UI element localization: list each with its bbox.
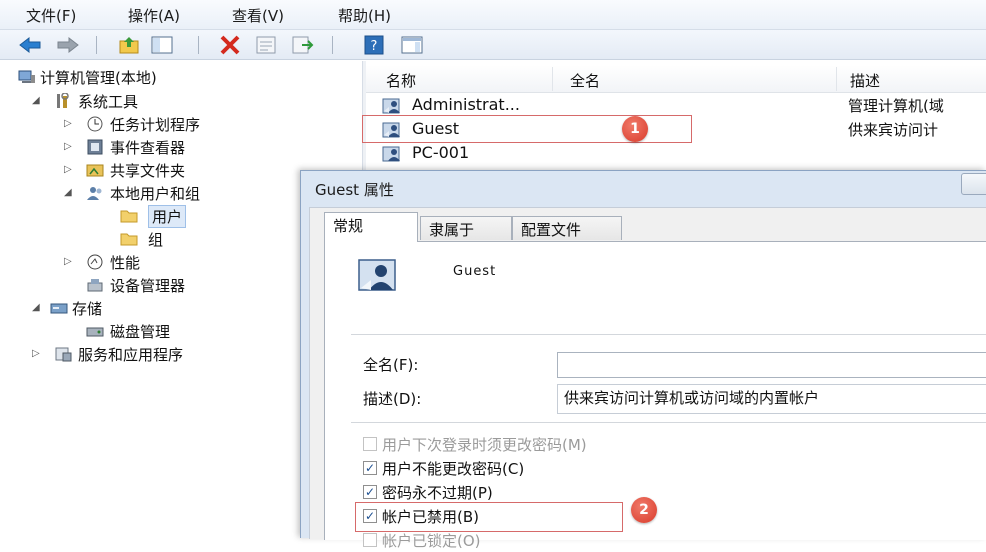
menu-view[interactable]: 查看(V) <box>232 5 284 26</box>
step-marker-1: 1 <box>622 116 648 142</box>
delete-icon[interactable] <box>218 34 242 56</box>
users-group-icon <box>87 187 102 200</box>
list-row-pc-001[interactable]: PC-001 <box>376 142 986 166</box>
event-viewer-icon <box>87 139 103 155</box>
menu-file[interactable]: 文件(F) <box>26 5 76 26</box>
column-fullname-header[interactable]: 全名 <box>570 70 600 91</box>
folder-icon <box>120 233 138 246</box>
step-marker-2: 2 <box>631 497 657 523</box>
collapse-arrow-icon[interactable]: ◢ <box>32 95 40 106</box>
disk-icon <box>86 327 104 337</box>
svg-text:?: ? <box>371 39 378 54</box>
tab-profile[interactable]: 配置文件 <box>512 216 622 240</box>
guest-properties-dialog: Guest 属性 常规 隶属于 配置文件 Guest 全名(F): 描述(D):… <box>300 170 986 550</box>
checkmark-icon[interactable]: ✓ <box>363 461 377 475</box>
list-header: 名称 全名 描述 <box>366 65 986 93</box>
export-list-icon[interactable] <box>290 34 314 56</box>
toolbar: ? <box>0 30 986 60</box>
dialog-close-button[interactable] <box>961 173 986 195</box>
show-hide-tree-icon[interactable] <box>150 34 174 56</box>
username-label: Guest <box>453 264 497 279</box>
expand-arrow-icon[interactable]: ▷ <box>32 348 40 359</box>
computer-management-icon <box>18 70 35 83</box>
fullname-label: 全名(F): <box>363 356 419 374</box>
forward-arrow-icon[interactable] <box>56 34 80 56</box>
column-description-header[interactable]: 描述 <box>850 70 880 91</box>
folder-icon <box>120 210 138 223</box>
expand-arrow-icon[interactable]: ▷ <box>64 118 72 129</box>
tab-general[interactable]: 常规 <box>324 212 418 242</box>
account-disabled-highlight-box <box>355 502 623 532</box>
help-icon[interactable]: ? <box>362 34 386 56</box>
checkbox-box <box>363 533 377 547</box>
performance-icon <box>87 254 103 270</box>
user-account-icon <box>358 259 396 291</box>
clock-icon <box>87 116 103 132</box>
shared-folder-icon <box>86 164 104 177</box>
menu-help[interactable]: 帮助(H) <box>338 5 391 26</box>
user-icon <box>382 146 400 162</box>
device-manager-icon <box>87 279 103 292</box>
up-folder-icon[interactable] <box>118 34 142 56</box>
collapse-arrow-icon[interactable]: ◢ <box>64 187 72 198</box>
properties-icon[interactable] <box>254 34 278 56</box>
tools-icon <box>57 93 69 108</box>
dialog-title: Guest 属性 <box>315 181 394 199</box>
fullname-field[interactable] <box>557 352 986 378</box>
menu-bar: 文件(F) 操作(A) 查看(V) 帮助(H) <box>0 0 986 30</box>
storage-icon <box>50 303 68 314</box>
services-icon <box>55 347 72 362</box>
checkmark-icon[interactable]: ✓ <box>363 485 377 499</box>
column-name-header[interactable]: 名称 <box>386 70 416 91</box>
dialog-body: 常规 隶属于 配置文件 Guest 全名(F): 描述(D): 供来宾访问计算机… <box>309 207 986 550</box>
tab-member-of[interactable]: 隶属于 <box>420 216 512 240</box>
description-field[interactable]: 供来宾访问计算机或访问域的内置帐户 <box>557 384 986 414</box>
general-tab-page: Guest 全名(F): 描述(D): 供来宾访问计算机或访问域的内置帐户 用户… <box>324 241 986 550</box>
description-label: 描述(D): <box>363 390 422 408</box>
expand-arrow-icon[interactable]: ▷ <box>64 141 72 152</box>
back-arrow-icon[interactable] <box>18 34 42 56</box>
menu-action[interactable]: 操作(A) <box>128 5 180 26</box>
console-view-icon[interactable] <box>400 34 424 56</box>
user-icon <box>382 98 400 114</box>
checkbox-box <box>363 437 377 451</box>
collapse-arrow-icon[interactable]: ◢ <box>32 302 40 313</box>
expand-arrow-icon[interactable]: ▷ <box>64 164 72 175</box>
expand-arrow-icon[interactable]: ▷ <box>64 256 72 267</box>
